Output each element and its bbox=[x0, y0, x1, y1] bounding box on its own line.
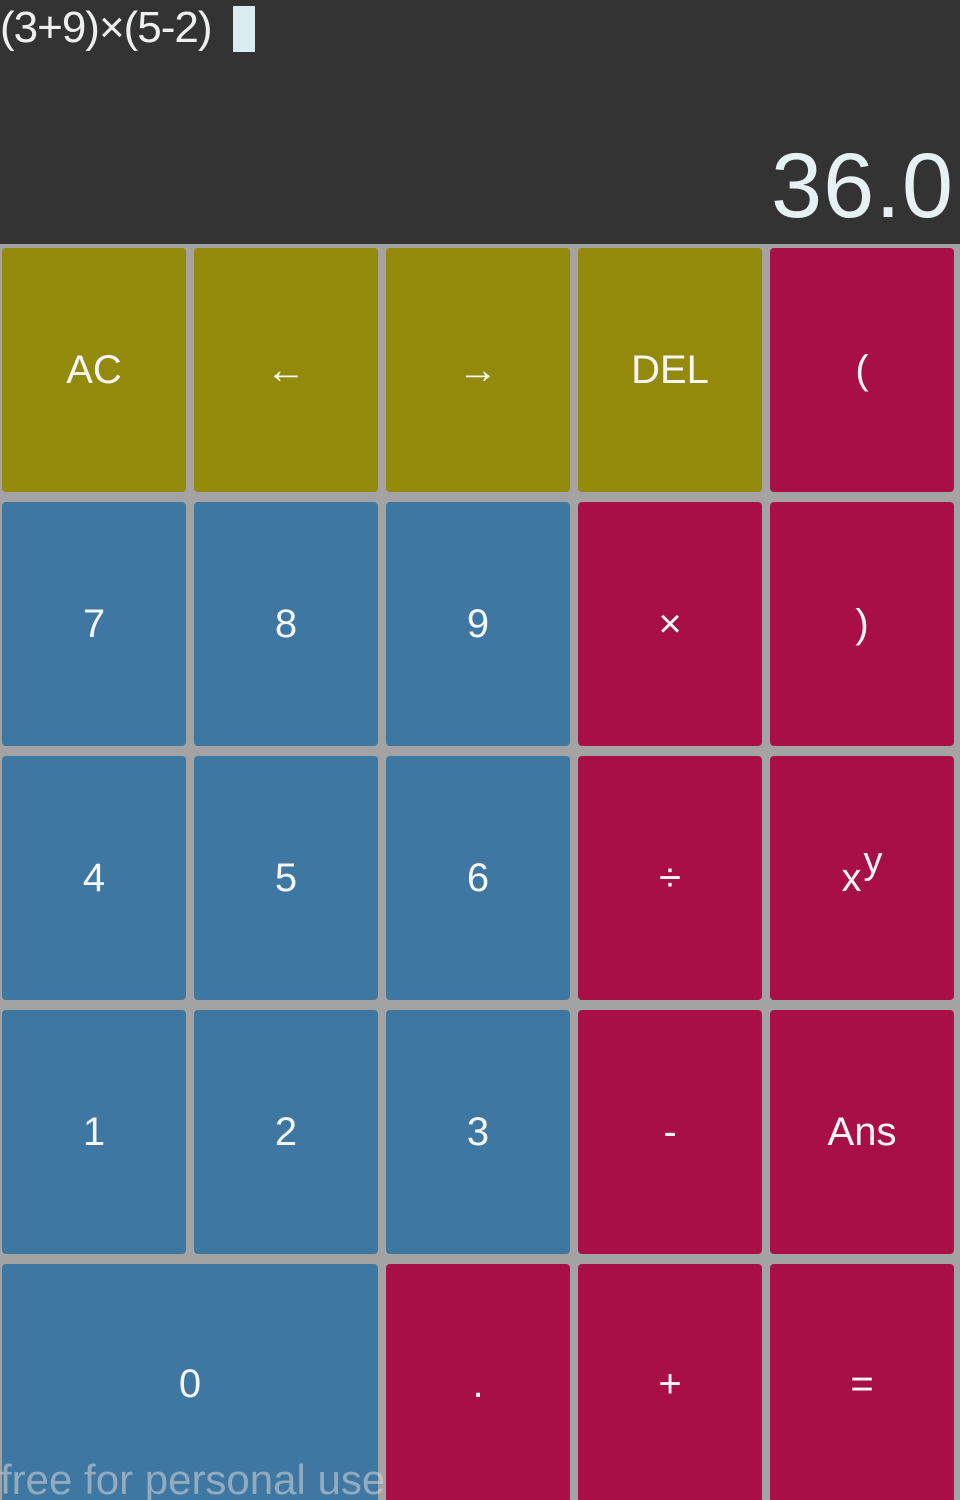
calculator-display: (3+9)×(5-2) 36.0 bbox=[0, 0, 960, 244]
digit-9-button[interactable]: 9 bbox=[386, 502, 570, 746]
digit-5-button[interactable]: 5 bbox=[194, 756, 378, 1000]
power-label: xy bbox=[841, 840, 883, 901]
multiply-button[interactable]: × bbox=[578, 502, 762, 746]
text-cursor bbox=[233, 6, 255, 52]
power-base-label: x bbox=[841, 855, 862, 900]
keypad: AC ← → DEL ( 7 8 9 × ) 4 5 6 ÷ xy 1 2 3 … bbox=[0, 244, 960, 1500]
open-paren-button[interactable]: ( bbox=[770, 248, 954, 492]
digit-8-button[interactable]: 8 bbox=[194, 502, 378, 746]
power-exponent-label: y bbox=[863, 839, 883, 882]
power-button[interactable]: xy bbox=[770, 756, 954, 1000]
digit-0-button[interactable]: 0 bbox=[2, 1264, 378, 1500]
ac-button[interactable]: AC bbox=[2, 248, 186, 492]
equals-button[interactable]: = bbox=[770, 1264, 954, 1500]
digit-7-button[interactable]: 7 bbox=[2, 502, 186, 746]
cursor-right-button[interactable]: → bbox=[386, 248, 570, 492]
digit-3-button[interactable]: 3 bbox=[386, 1010, 570, 1254]
digit-1-button[interactable]: 1 bbox=[2, 1010, 186, 1254]
close-paren-button[interactable]: ) bbox=[770, 502, 954, 746]
ans-button[interactable]: Ans bbox=[770, 1010, 954, 1254]
digit-4-button[interactable]: 4 bbox=[2, 756, 186, 1000]
expression-input[interactable]: (3+9)×(5-2) bbox=[0, 2, 213, 54]
plus-button[interactable]: + bbox=[578, 1264, 762, 1500]
digit-2-button[interactable]: 2 bbox=[194, 1010, 378, 1254]
decimal-button[interactable]: . bbox=[386, 1264, 570, 1500]
cursor-left-button[interactable]: ← bbox=[194, 248, 378, 492]
digit-6-button[interactable]: 6 bbox=[386, 756, 570, 1000]
divide-button[interactable]: ÷ bbox=[578, 756, 762, 1000]
calculator-app: (3+9)×(5-2) 36.0 AC ← → DEL ( 7 8 9 × ) … bbox=[0, 0, 960, 1500]
result-readout: 36.0 bbox=[770, 135, 954, 237]
delete-button[interactable]: DEL bbox=[578, 248, 762, 492]
minus-button[interactable]: - bbox=[578, 1010, 762, 1254]
